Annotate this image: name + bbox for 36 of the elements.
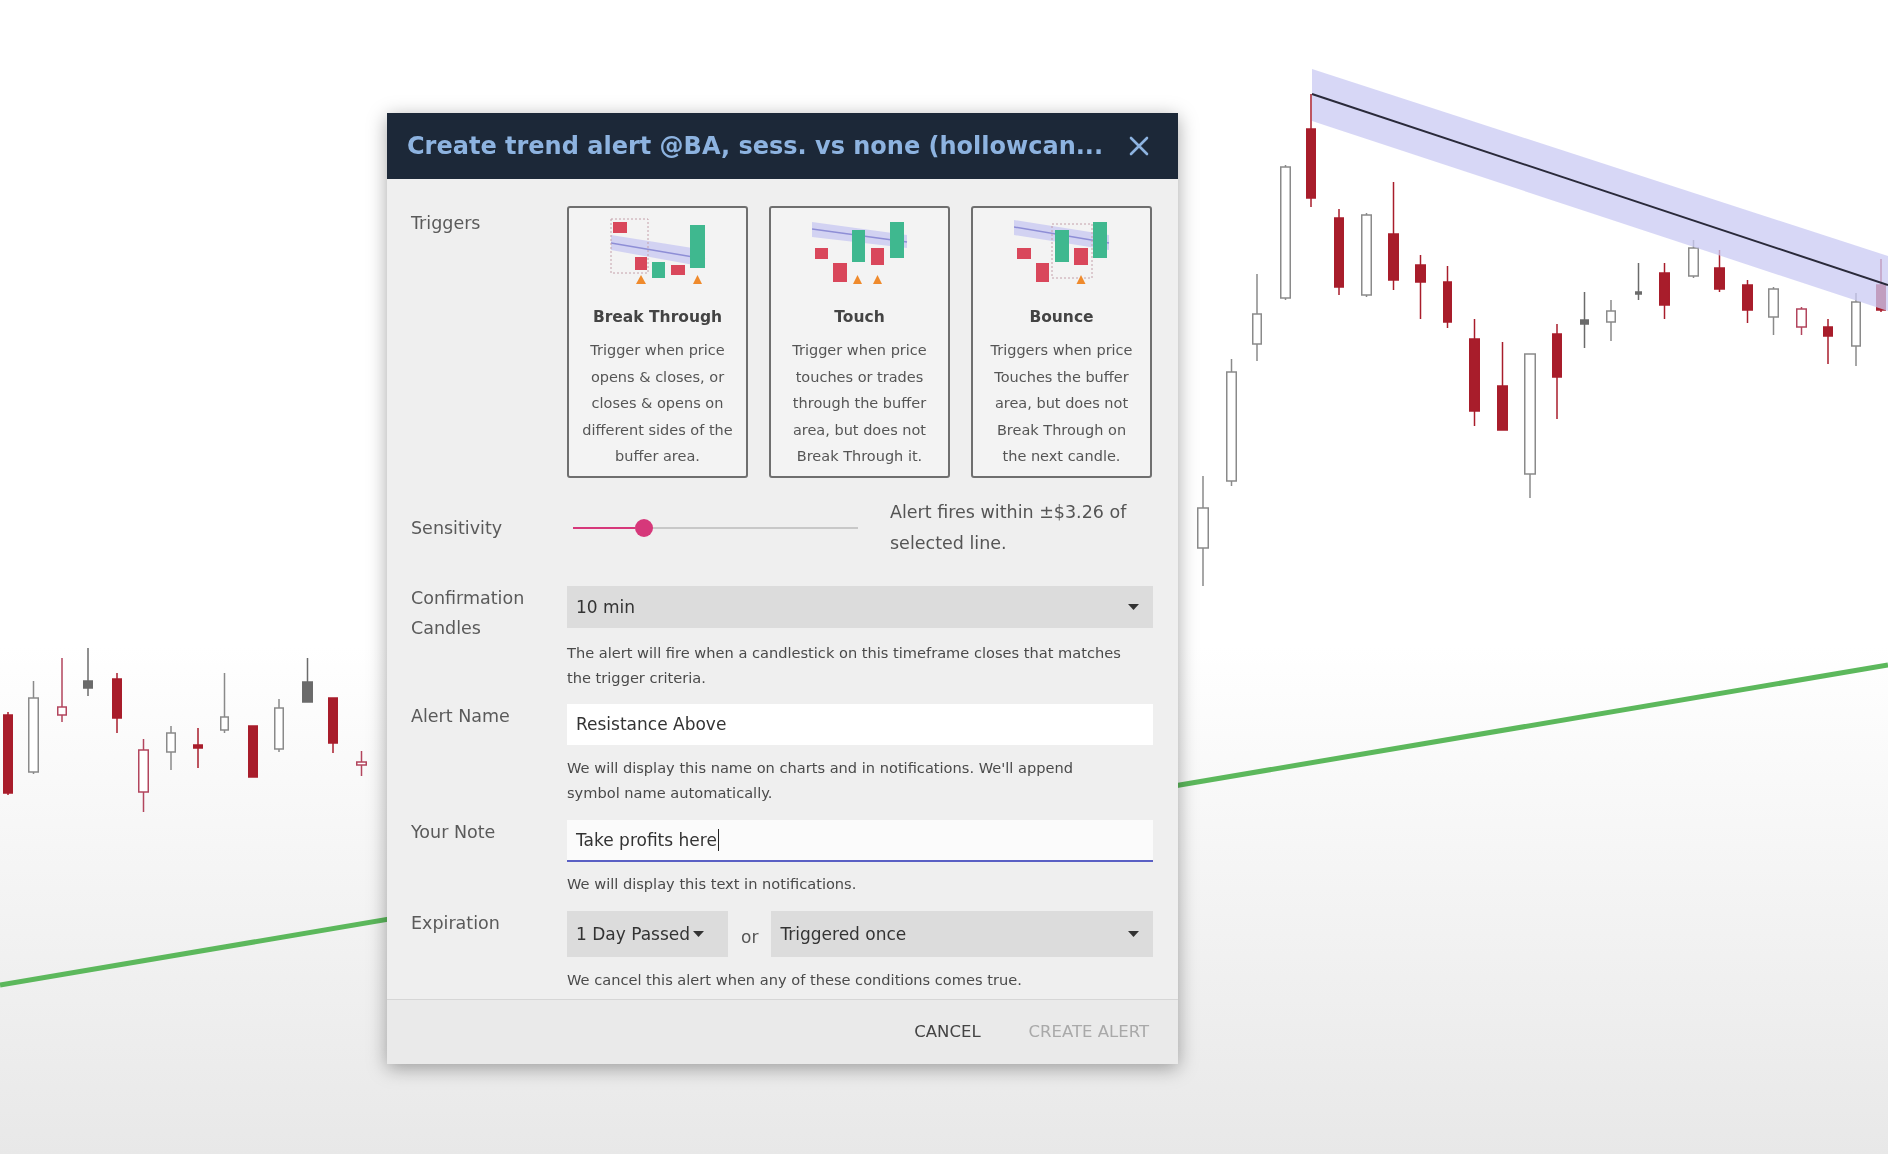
slider-thumb[interactable] — [635, 518, 654, 537]
help-text: We cancel this alert when any of these conditions comes true. — [567, 969, 1023, 990]
note-field[interactable]: Take profits here — [567, 819, 1153, 862]
text-cursor-icon — [717, 828, 720, 851]
help-text: We will display this name on charts and in notifications. We'll append symbol name automatically. — [567, 757, 1074, 803]
cancel-button[interactable]: CANCEL — [902, 1014, 993, 1049]
caret-icon — [693, 930, 705, 937]
or-label: or — [741, 925, 759, 947]
field-label: Alert Name — [411, 704, 511, 728]
close-icon — [1129, 136, 1149, 156]
trigger-description: Trigger when price opens & closes, or closes & opens on different sides of the buffer area. — [582, 341, 733, 466]
field-label: Your Note — [411, 820, 497, 844]
trigger-name: Touch — [834, 307, 885, 328]
candle-pattern-icon — [1013, 218, 1110, 286]
trigger-name: Bounce — [1029, 307, 1094, 328]
caret-icon — [1128, 930, 1139, 937]
dialog-title: Create trend alert @BA, sess. vs none (hollowcan... — [407, 132, 1104, 160]
field-label: Expiration — [411, 911, 501, 935]
trigger-name: Break Through — [592, 307, 723, 328]
trigger-description: Triggers when price Touches the buffer area, but does not Break Through on the next candle. — [990, 341, 1133, 466]
candle-pattern-icon — [609, 218, 706, 286]
timeframe-dropdown[interactable]: 10 min — [567, 585, 1153, 628]
expiry-condition-dropdown[interactable]: Triggered once — [771, 910, 1153, 957]
trigger-card[interactable]: Touch Trigger when price touches or trades through the buffer area, but does not Break Through it. — [769, 206, 950, 478]
caret-icon — [1128, 603, 1139, 610]
alert-name-field[interactable]: Resistance Above — [567, 703, 1153, 745]
trigger-description: Trigger when price touches or trades through the buffer area, but does not Break Through it. — [792, 341, 927, 466]
field-label: Confirmation Candles — [411, 586, 526, 640]
expiry-period-dropdown[interactable]: 1 Day Passed — [567, 910, 728, 957]
help-text: The alert will fire when a candlestick on this timeframe closes that matches the trigger criteria. — [567, 642, 1122, 688]
field-label: Triggers — [411, 212, 482, 235]
trigger-card[interactable]: Bounce Triggers when price Touches the buffer area, but does not Break Through on the next candle. — [971, 206, 1152, 478]
trigger-card[interactable]: Break Through Trigger when price opens & closes, or closes & opens on different sides of the buffer area. — [567, 206, 748, 478]
help-text: We will display this text in notifications. — [567, 873, 858, 894]
sensitivity-reading: Alert fires within ±$3.26 of selected line. — [890, 500, 1127, 555]
field-label: Sensitivity — [411, 516, 504, 540]
